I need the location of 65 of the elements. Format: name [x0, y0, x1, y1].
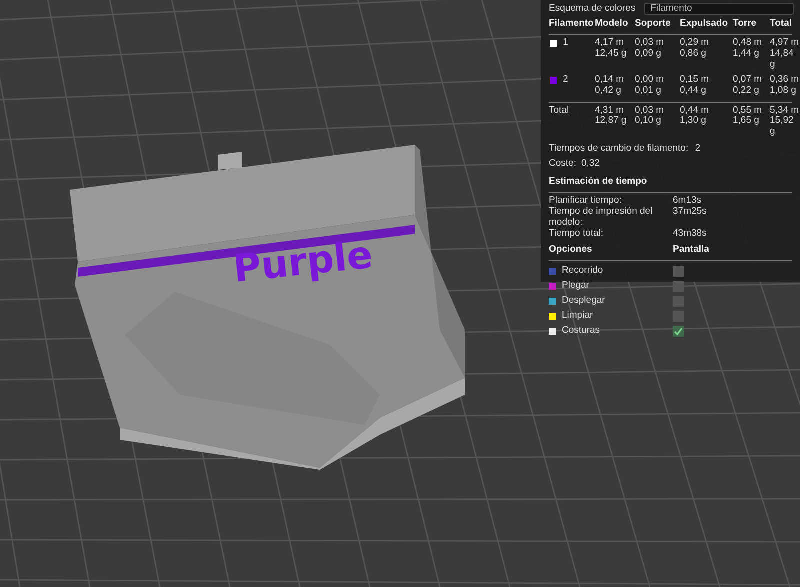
table-cell-text: 0,29 m [680, 38, 710, 49]
table-cell-text: 12,45 g [595, 48, 628, 60]
table-cell-text: 0,00 m [635, 74, 666, 86]
option-label: Desplegar [562, 296, 606, 307]
display-checkbox[interactable] [673, 310, 684, 322]
table-cell-text: 0,55 m [733, 106, 764, 116]
table-cell-text: 0,14 m [595, 74, 626, 86]
filament-changes-value: 2 [695, 143, 701, 154]
table-cell-text: 4,31 m [595, 106, 626, 116]
table-cell-text: 1,08 g [770, 86, 798, 97]
display-checkbox[interactable] [673, 296, 684, 307]
column-header: Torre [733, 17, 758, 31]
option-label: Recorrido [562, 266, 604, 277]
option-label: Limpiar [562, 310, 594, 322]
section-title: Estimación de tiempo [549, 175, 648, 190]
time-label: Tiempo total: [549, 228, 605, 240]
table-cell-text: 0,09 g [635, 48, 662, 60]
cost-value: 0,32 [581, 158, 600, 170]
time-label: Planificar tiempo: [549, 196, 623, 207]
option-label: Plegar [562, 280, 590, 292]
column-header: Soporte [635, 17, 672, 31]
time-value: 43m38s [673, 228, 708, 240]
display-checkbox[interactable] [673, 326, 684, 337]
time-value: 37m25s [673, 206, 708, 219]
table-cell-text: 5,34 m [770, 106, 800, 116]
column-header: Opciones [549, 242, 594, 257]
table-cell-text: 0,01 g [635, 86, 662, 97]
display-checkbox[interactable] [673, 280, 684, 292]
column-header: Total [770, 17, 793, 31]
table-cell-text: 0,03 m [635, 106, 666, 116]
table-cell-text: 15,92 g [770, 116, 795, 138]
filament-number: 2 [563, 74, 568, 86]
column-header: Modelo [595, 17, 630, 31]
color-scheme-dropdown[interactable]: Filamento [644, 2, 794, 16]
filament-number: 1 [563, 38, 568, 49]
table-cell-text: 0,44 m [680, 106, 710, 116]
table-cell: 4,97 m [770, 38, 800, 49]
table-cell-text: 0,03 m [635, 38, 666, 49]
option-label: Costuras [562, 326, 600, 337]
table-cell-text: 0,07 m [733, 74, 764, 86]
table-cell-text: 0,42 g [595, 86, 622, 97]
table-cell-text: 4,17 m [595, 38, 626, 49]
column-header: Pantalla [673, 242, 710, 257]
table-cell-text: 14,84 g [770, 48, 795, 71]
table-cell-text: 1,65 g [733, 116, 760, 128]
total-label: Total [549, 106, 570, 118]
model-embossed-text: Purple [231, 232, 375, 291]
table-cell-text: 0,48 m [733, 38, 764, 49]
table-cell: 0,36 m [770, 74, 800, 86]
table-cell-text: 12,87 g [595, 116, 628, 128]
table-cell-text: 1,44 g [733, 48, 760, 60]
time-value: 6m13s [673, 196, 703, 207]
column-header: Expulsado [680, 17, 730, 31]
color-scheme-label: Esquema de colores [549, 4, 636, 14]
table-cell-text: 0,10 g [635, 116, 662, 128]
cost-label: Coste: [549, 158, 576, 170]
column-header: Filamento [549, 17, 595, 31]
table-cell-text: 0,44 g [680, 86, 708, 97]
display-checkbox[interactable] [673, 266, 684, 277]
table-cell-text: 0,86 g [680, 48, 708, 60]
table-cell-text: 0,22 g [733, 86, 760, 97]
filament-changes-label: Tiempos de cambio de filamento: [549, 143, 689, 154]
table-cell-text: 0,15 m [680, 74, 710, 86]
time-label: Tiempo de impresión del modelo: [549, 206, 654, 229]
table-cell-text: 1,30 g [680, 116, 708, 128]
